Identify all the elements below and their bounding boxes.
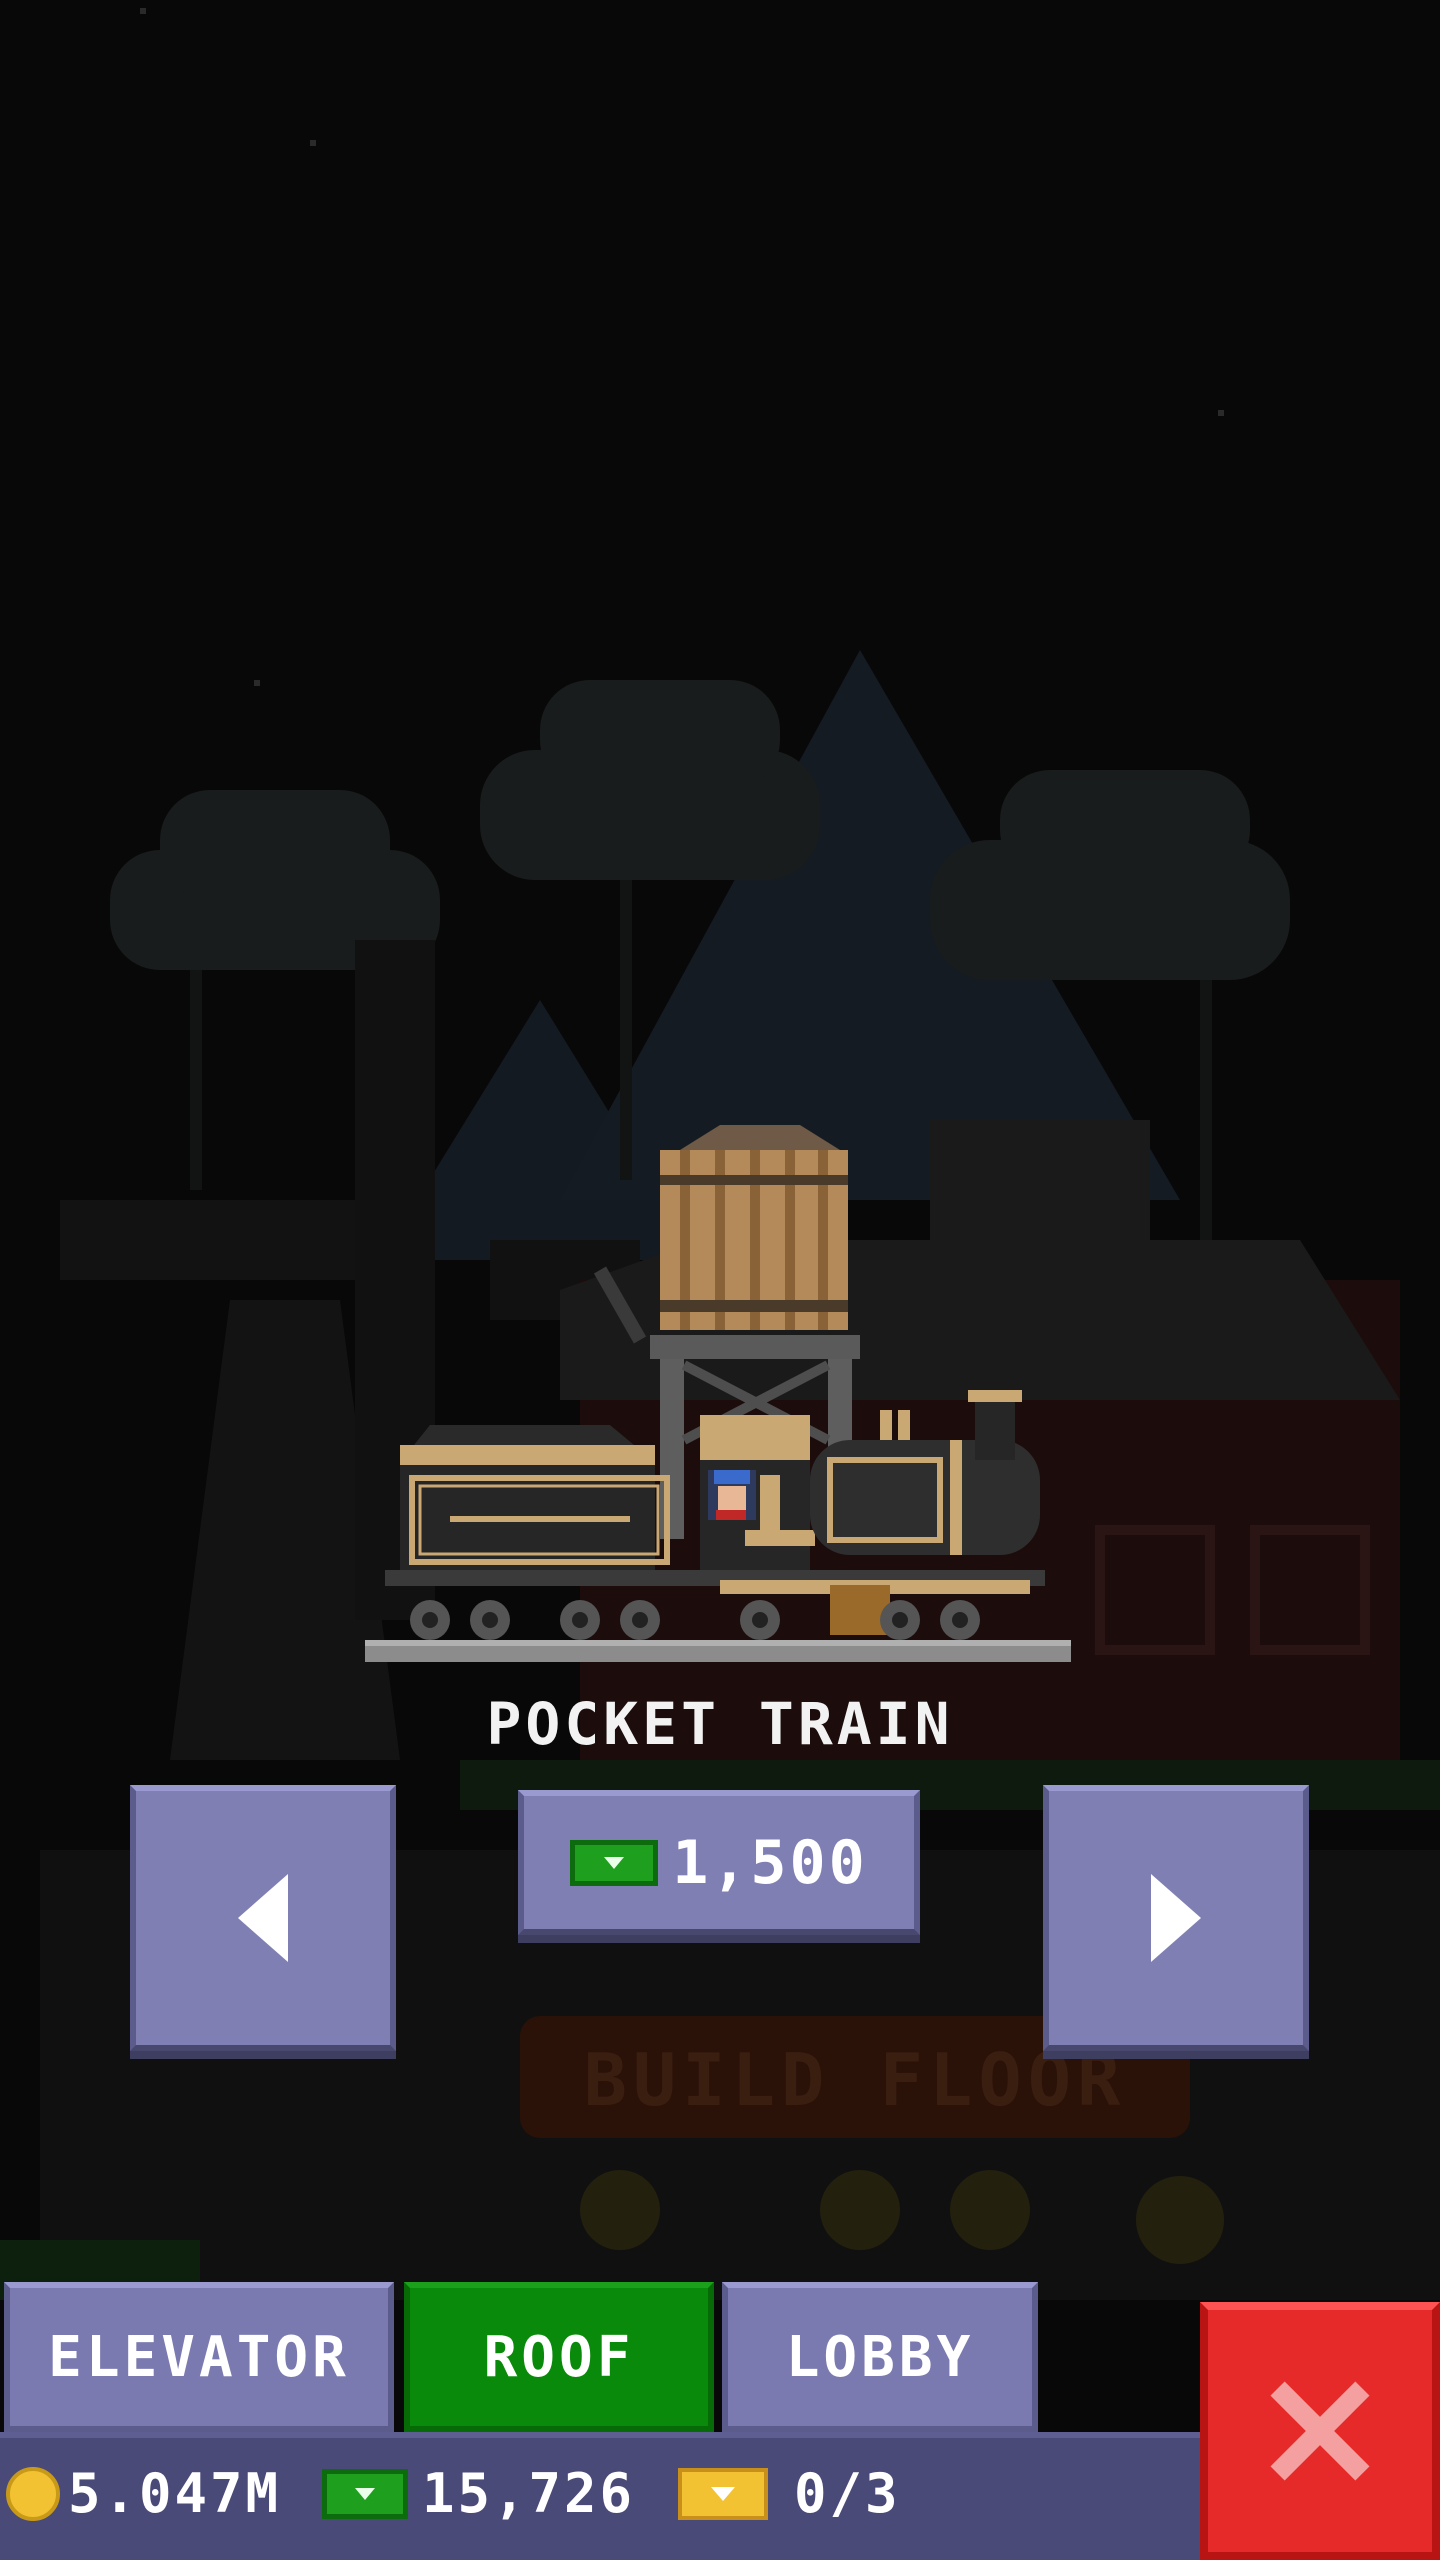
bux-value: 15,726 [422, 2462, 636, 2525]
previous-item-button[interactable] [130, 1785, 396, 2051]
tab-lobby[interactable]: LOBBY [722, 2282, 1038, 2432]
coins-stat: 5.047M [6, 2462, 281, 2525]
item-name: POCKET TRAIN [486, 1690, 954, 1758]
tab-lobby-label: LOBBY [785, 2324, 975, 2390]
roof-background-scene: BUILD FLOOR [0, 0, 1440, 2560]
price-value: 1,500 [672, 1827, 868, 1898]
tab-roof[interactable]: ROOF [404, 2282, 714, 2432]
coins-value: 5.047M [68, 2462, 282, 2525]
tickets-stat: 0/3 [678, 2462, 901, 2525]
tab-elevator-label: ELEVATOR [48, 2324, 350, 2390]
close-button[interactable] [1200, 2302, 1440, 2560]
tab-elevator[interactable]: ELEVATOR [4, 2282, 394, 2432]
bux-stat: 15,726 [322, 2462, 635, 2525]
tab-roof-label: ROOF [483, 2324, 635, 2390]
tower-bux-icon [322, 2468, 408, 2519]
tickets-value: 0/3 [794, 2462, 901, 2525]
ticket-icon [678, 2467, 768, 2520]
arrow-right-icon [1151, 1874, 1201, 1962]
arrow-left-icon [238, 1874, 288, 1962]
tower-bux-icon [570, 1839, 659, 1886]
buy-price-button[interactable]: 1,500 [518, 1790, 920, 1935]
next-item-button[interactable] [1043, 1785, 1309, 2051]
coin-icon [6, 2466, 60, 2521]
close-x-icon [1270, 2381, 1370, 2481]
